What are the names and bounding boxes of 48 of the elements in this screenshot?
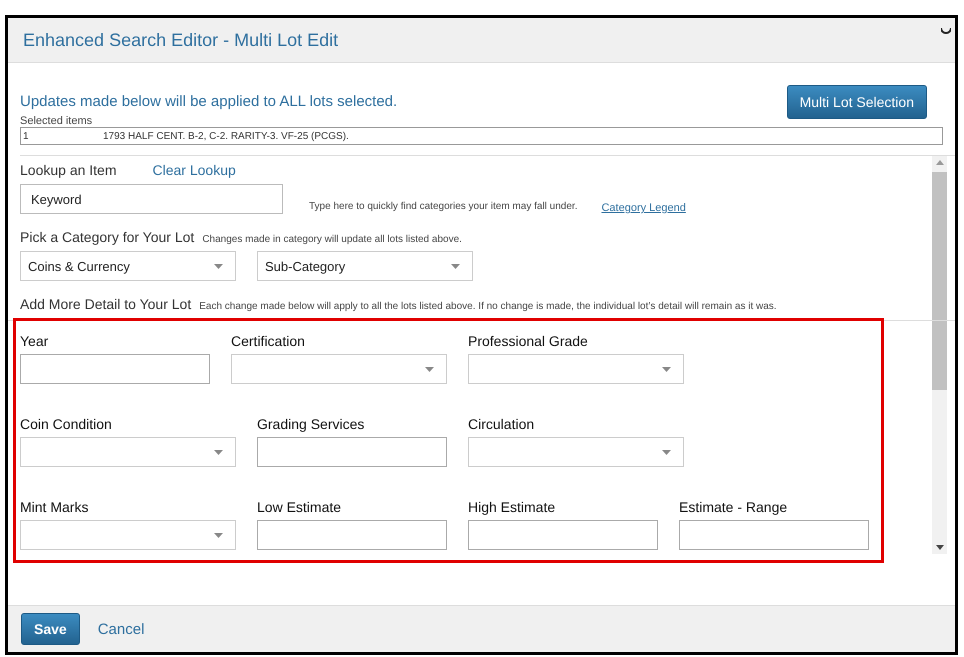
category-legend-link[interactable]: Category Legend bbox=[601, 202, 686, 214]
detail-label: Add More Detail to Your Lot bbox=[20, 296, 192, 312]
dropdown[interactable] bbox=[468, 354, 684, 384]
field-label: Estimate - Range bbox=[679, 499, 788, 515]
input-field[interactable] bbox=[468, 520, 658, 550]
input-field[interactable] bbox=[20, 354, 210, 384]
field-label: Mint Marks bbox=[20, 499, 90, 515]
keyword-field[interactable]: Keyword bbox=[20, 184, 283, 214]
scrollbar[interactable] bbox=[932, 156, 947, 554]
window-title: Enhanced Search Editor - Multi Lot Edit bbox=[23, 30, 338, 50]
clear-lookup-link[interactable]: Clear Lookup bbox=[152, 162, 236, 178]
lookup-hint: Type here to quickly find categories your item may fall under. bbox=[309, 201, 578, 212]
dropdown[interactable] bbox=[20, 520, 236, 550]
detail-hint: Each change made below will apply to all the lots listed above. If no change is made, the individual lot’s detail will remain as it was. bbox=[199, 301, 777, 312]
input-field[interactable] bbox=[257, 520, 447, 550]
caret-icon bbox=[451, 264, 460, 268]
field-label: Low Estimate bbox=[257, 499, 342, 515]
field-label: Grading Services bbox=[257, 416, 366, 432]
lookup-label: Lookup an Item bbox=[20, 162, 117, 178]
field-label: Coin Condition bbox=[20, 416, 113, 432]
cancel-link[interactable]: Cancel bbox=[98, 620, 144, 638]
input-field[interactable] bbox=[257, 437, 447, 467]
caret-icon bbox=[214, 532, 223, 538]
field-label: Year bbox=[20, 333, 50, 349]
caret-icon bbox=[425, 366, 434, 372]
field-label: Professional Grade bbox=[468, 333, 589, 349]
category-dropdown[interactable]: Coins & Currency bbox=[20, 251, 236, 281]
category-label: Pick a Category for Your Lot bbox=[20, 229, 194, 245]
caret-icon bbox=[214, 264, 223, 268]
close-icon[interactable] bbox=[941, 28, 951, 36]
category-dropdown[interactable]: Sub-Category bbox=[257, 251, 473, 281]
input-field[interactable] bbox=[679, 520, 869, 550]
field-label: High Estimate bbox=[468, 499, 556, 515]
notice-text: Updates made below will be applied to ALL lots selected. bbox=[20, 93, 398, 110]
scroll-thumb[interactable] bbox=[932, 172, 947, 390]
selected-items-label: Selected items bbox=[20, 115, 94, 127]
category-hint: Changes made in category will update all lots listed above. bbox=[202, 234, 462, 245]
field-label: Certification bbox=[231, 333, 306, 349]
save-button[interactable]: Save bbox=[21, 613, 80, 645]
selected-item-row[interactable]: 1 1793 HALF CENT. B-2, C-2. RARITY-3. VF-25 (PCGS). bbox=[20, 127, 943, 145]
caret-icon bbox=[214, 450, 223, 454]
field-label: Circulation bbox=[468, 416, 536, 432]
caret-icon bbox=[662, 450, 671, 454]
multi-lot-selection-button[interactable]: Multi Lot Selection bbox=[786, 85, 927, 119]
dropdown[interactable] bbox=[468, 437, 684, 467]
dropdown[interactable] bbox=[20, 437, 236, 467]
dropdown[interactable] bbox=[231, 354, 447, 384]
caret-icon bbox=[662, 366, 671, 372]
